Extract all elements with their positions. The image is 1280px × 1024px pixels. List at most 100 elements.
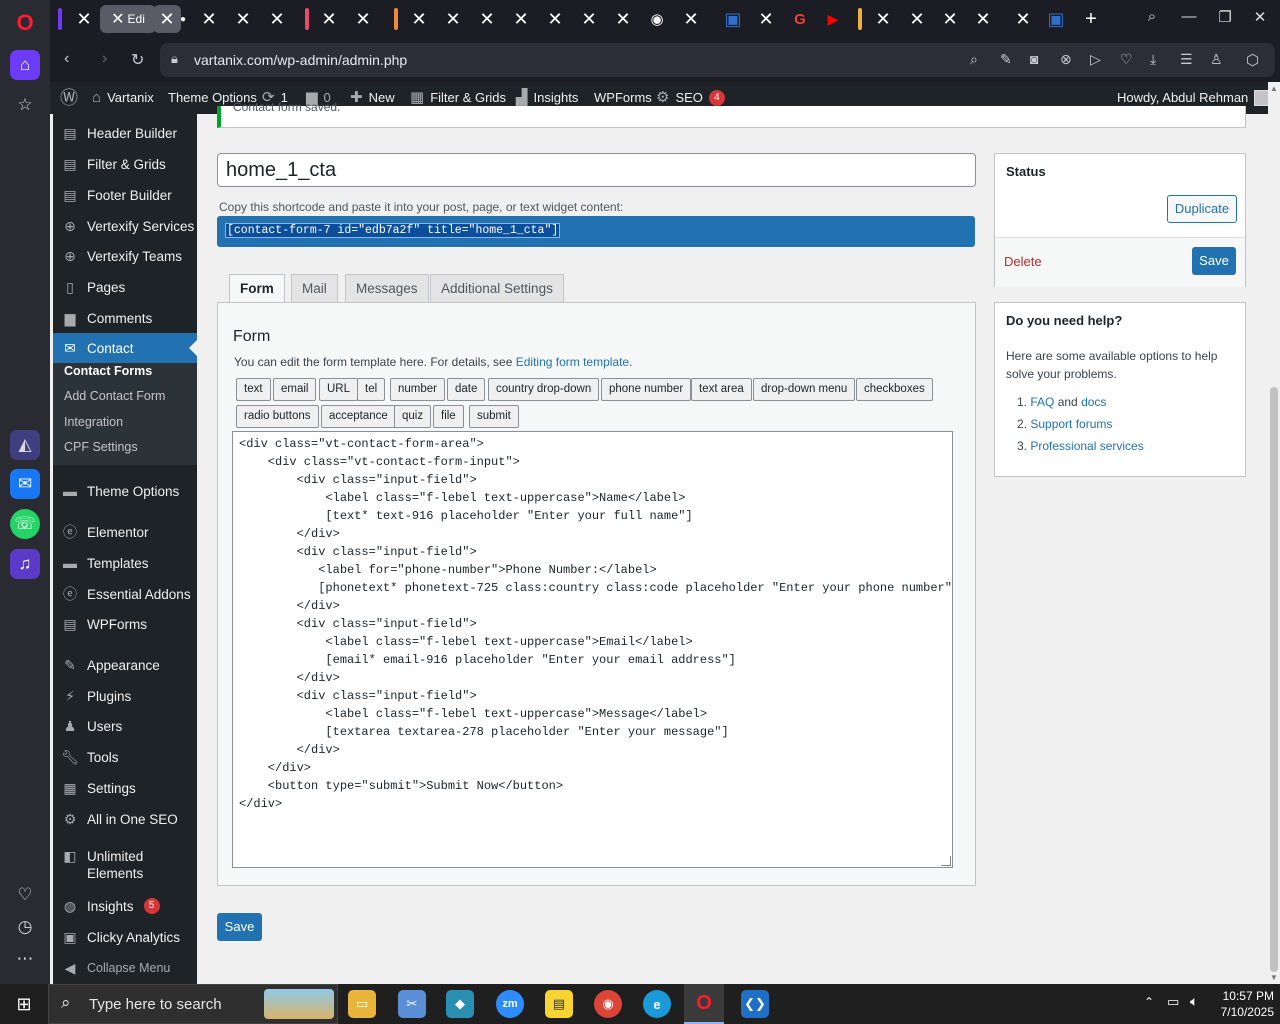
tab-favicon-icon[interactable]: ✕	[507, 5, 535, 33]
professional-services-link[interactable]: Professional services	[1030, 439, 1143, 453]
tab-favicon-icon[interactable]: ✕	[575, 5, 603, 33]
sidebar-item-collapse-menu[interactable]: ◀ Collapse Menu	[53, 953, 197, 983]
shortcode-text[interactable]: [contact-form-7 id="edb7a2f" title="home…	[224, 223, 561, 238]
windows-start-icon[interactable]: ⊞	[0, 984, 48, 1024]
sidebar-item-all-in-one-seo[interactable]: ⚙ All in One SEO	[53, 804, 197, 834]
submenu-add-contact-form[interactable]: Add Contact Form	[64, 389, 165, 403]
faq-link[interactable]: FAQ	[1030, 395, 1054, 409]
tag-button-number[interactable]: number	[390, 378, 445, 401]
new-tab-icon[interactable]: +	[1077, 5, 1105, 33]
tab-mail[interactable]: Mail	[291, 274, 338, 303]
url-field[interactable]: 🔒︎ vartanix.com/wp-admin/admin.php ⌕ ✎ ◙…	[160, 43, 1275, 77]
duplicate-button[interactable]: Duplicate	[1167, 195, 1237, 223]
volume-icon[interactable]: 🔈︎	[1190, 993, 1198, 1010]
heart-icon[interactable]: ♡	[1120, 51, 1133, 68]
scrollbar-thumb[interactable]	[1270, 387, 1278, 972]
tab-favicon-icon[interactable]: ✕	[229, 5, 257, 33]
tag-button-file[interactable]: file	[433, 405, 464, 428]
maximize-icon[interactable]: ❐	[1213, 8, 1237, 30]
page-scrollbar[interactable]: ▲ ▼	[1268, 82, 1280, 984]
back-icon[interactable]: ‹	[64, 50, 69, 68]
form-template-textarea[interactable]: <div class="vt-contact-form-area"> <div …	[232, 431, 953, 868]
file-explorer-icon[interactable]: ▭	[348, 990, 376, 1018]
minimize-icon[interactable]: —	[1177, 8, 1201, 30]
vscode-icon[interactable]: ❮❯	[741, 990, 769, 1018]
download-icon[interactable]: ⤓	[1150, 51, 1156, 68]
music-player-icon[interactable]: ♫	[10, 549, 40, 579]
sidebar-item-wpforms[interactable]: ▤ WPForms	[53, 609, 197, 639]
forward-icon[interactable]: ›	[102, 50, 107, 68]
more-icon[interactable]: ⋯	[10, 944, 40, 974]
zoom-icon[interactable]: zm	[496, 990, 524, 1018]
active-tab[interactable]: ✕ Edi	[100, 5, 156, 33]
scroll-up-icon[interactable]: ▲	[1270, 84, 1278, 93]
tag-button-country-drop-down[interactable]: country drop-down	[488, 378, 600, 401]
sidebar-item-theme-options[interactable]: ▬ Theme Options	[53, 476, 197, 506]
sidebar-item-tools[interactable]: 🔧︎ Tools	[53, 742, 197, 772]
site-name-link[interactable]: ⌂ Vartanix	[92, 82, 154, 114]
scroll-down-icon[interactable]: ▼	[1270, 973, 1278, 982]
tab-favicon-icon[interactable]: ✕	[869, 5, 897, 33]
tray-chevron-icon[interactable]: ⌃	[1144, 995, 1154, 1009]
submenu-cpf-settings[interactable]: CPF Settings	[64, 440, 138, 454]
sidebar-item-comments[interactable]: ▆ Comments	[53, 303, 197, 333]
edit-icon[interactable]: ✎	[1000, 51, 1012, 68]
tab-favicon-icon[interactable]: ✕	[263, 5, 291, 33]
tab-outlook-icon[interactable]: ▣	[1042, 5, 1070, 33]
tab-close-icon[interactable]: ✕	[70, 5, 98, 33]
tab-outlook-icon[interactable]: ▣	[719, 5, 747, 33]
tag-button-date[interactable]: date	[447, 378, 486, 401]
tab-google-icon[interactable]: G	[786, 5, 814, 33]
submenu-integration[interactable]: Integration	[64, 415, 123, 429]
opera-icon[interactable]: O	[684, 984, 724, 1024]
extensions-icon[interactable]: ⬡	[1246, 51, 1259, 69]
tab-favicon-icon[interactable]: ✕	[609, 5, 637, 33]
resize-handle[interactable]	[941, 856, 951, 866]
tab-favicon-icon[interactable]: ✕	[936, 5, 964, 33]
snipping-tool-icon[interactable]: ✂	[398, 990, 426, 1018]
tab-favicon-icon[interactable]: ✕	[1009, 5, 1037, 33]
tab-favicon-icon[interactable]: ✕	[752, 5, 780, 33]
sidebar-item-appearance[interactable]: ✎ Appearance	[53, 650, 197, 680]
tag-button-email[interactable]: email	[273, 378, 317, 401]
editing-form-template-link[interactable]: Editing form template	[516, 355, 629, 369]
sidebar-item-elementor[interactable]: ⓔ Elementor	[53, 517, 197, 547]
sidebar-item-filter-grids[interactable]: ▤ Filter & Grids	[53, 149, 197, 179]
sidebar-item-essential-addons[interactable]: ⓔ Essential Addons	[53, 579, 197, 609]
network-icon[interactable]: ▭	[1167, 994, 1179, 1010]
tab-favicon-icon[interactable]: ✕	[153, 5, 181, 33]
tag-button-checkboxes[interactable]: checkboxes	[856, 378, 933, 401]
sidebar-item-contact[interactable]: ✉ Contact	[53, 333, 197, 363]
tab-favicon-icon[interactable]: ✕	[315, 5, 343, 33]
sidebar-item-footer-builder[interactable]: ▤ Footer Builder	[53, 180, 197, 210]
lens-icon[interactable]: ⌕	[970, 51, 978, 68]
taskbar-search[interactable]: ⌕ Type here to search	[48, 984, 338, 1024]
aria-icon[interactable]: ◭	[10, 430, 40, 460]
search-tabs-icon[interactable]: ⌕	[1140, 8, 1164, 30]
tag-button-radio-buttons[interactable]: radio buttons	[236, 405, 319, 428]
tag-button-acceptance[interactable]: acceptance	[321, 405, 396, 428]
edge-icon[interactable]: e	[643, 990, 671, 1018]
tab-favicon-icon[interactable]: ✕	[903, 5, 931, 33]
tag-button-tel[interactable]: tel	[357, 378, 386, 401]
tab-additional-settings[interactable]: Additional Settings	[430, 274, 564, 303]
tab-favicon-icon[interactable]: ✕	[677, 5, 705, 33]
sidebar-item-unlimited-elements[interactable]: ◧ Unlimited Elements	[53, 844, 197, 884]
tag-button-drop-down-menu[interactable]: drop-down menu	[753, 378, 856, 401]
reload-icon[interactable]: ↻	[131, 50, 144, 70]
star-icon[interactable]: ☆	[10, 90, 40, 120]
history-icon[interactable]: ◷	[10, 912, 40, 942]
sidebar-item-vertexify-services[interactable]: ⊕ Vertexify Services	[53, 211, 197, 241]
home-icon[interactable]: ⌂	[10, 50, 40, 80]
submenu-contact-forms[interactable]: Contact Forms	[64, 364, 152, 378]
sticky-notes-icon[interactable]: ▤	[545, 990, 573, 1018]
tag-button-quiz[interactable]: quiz	[394, 405, 432, 428]
wp-logo[interactable]: Ⓦ	[60, 82, 78, 114]
close-window-icon[interactable]: ✕	[1248, 8, 1272, 30]
whatsapp-icon[interactable]: ☏	[10, 509, 40, 539]
support-forums-link[interactable]: Support forums	[1030, 417, 1112, 431]
block-icon[interactable]: ⊗	[1060, 51, 1072, 68]
tag-button-text[interactable]: text	[236, 378, 271, 401]
tab-favicon-icon[interactable]: ✕	[405, 5, 433, 33]
docs-link[interactable]: docs	[1081, 395, 1106, 409]
